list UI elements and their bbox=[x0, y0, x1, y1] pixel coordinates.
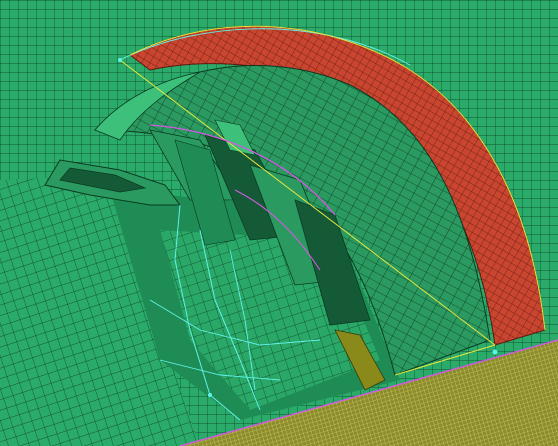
mesh-scene[interactable] bbox=[0, 0, 558, 446]
vertex bbox=[208, 393, 212, 397]
graphics-viewport[interactable] bbox=[0, 0, 558, 446]
vertex bbox=[492, 349, 498, 355]
vertex bbox=[118, 58, 122, 62]
